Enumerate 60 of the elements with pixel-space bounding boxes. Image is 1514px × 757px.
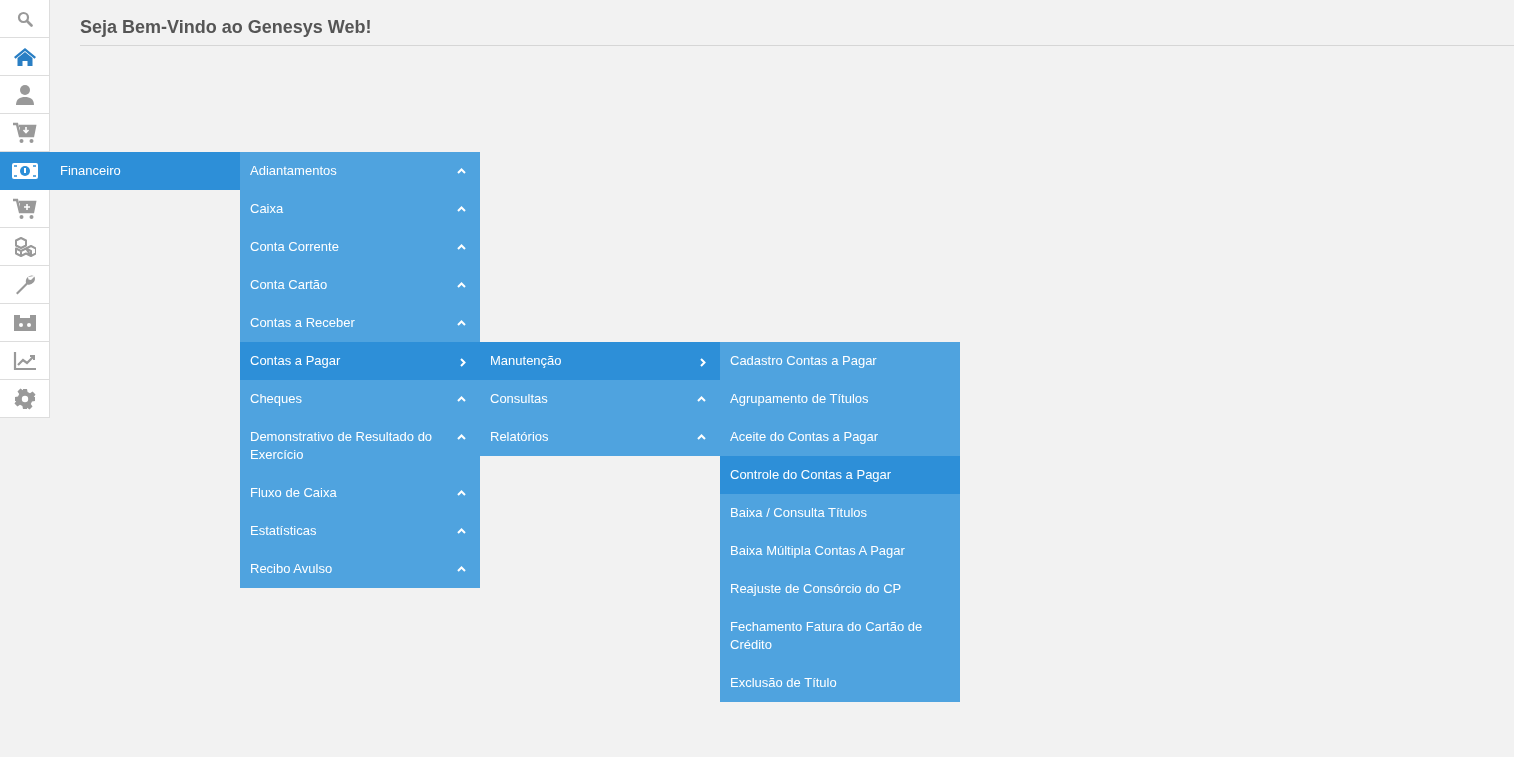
line-chart-icon xyxy=(13,350,37,371)
menu-item[interactable]: Conta Corrente xyxy=(240,228,480,266)
panel-icon xyxy=(13,313,37,332)
chevron-icon xyxy=(457,434,466,440)
menu-item[interactable]: Manutenção xyxy=(480,342,720,380)
sidebar-item[interactable] xyxy=(0,114,50,152)
menu-item[interactable]: Aceite do Contas a Pagar xyxy=(720,418,960,456)
sidebar-item[interactable] xyxy=(0,38,50,76)
menu-item[interactable]: Caixa xyxy=(240,190,480,228)
menu-item[interactable]: Baixa / Consulta Títulos xyxy=(720,494,960,532)
chevron-icon xyxy=(697,396,706,402)
chevron-icon xyxy=(460,358,466,367)
cart-icon xyxy=(13,121,37,144)
sidebar-item[interactable] xyxy=(0,304,50,342)
chevron-icon xyxy=(457,282,466,288)
chevron-icon xyxy=(457,206,466,212)
home-icon xyxy=(13,46,37,67)
wrench-icon xyxy=(14,273,36,296)
menu-item[interactable]: Recibo Avulso xyxy=(240,550,480,588)
chevron-icon xyxy=(457,244,466,250)
chevron-icon xyxy=(457,320,466,326)
chevron-icon xyxy=(697,434,706,440)
banknote-icon xyxy=(11,162,39,180)
menu-item[interactable]: Contas a Receber xyxy=(240,304,480,342)
menu-item[interactable]: Reajuste de Consórcio do CP xyxy=(720,570,960,608)
menu-item[interactable]: Adiantamentos xyxy=(240,152,480,190)
sidebar-item[interactable] xyxy=(0,266,50,304)
menu-item[interactable]: Cheques xyxy=(240,380,480,418)
sidebar-item[interactable] xyxy=(0,342,50,380)
menu-item[interactable]: Demonstrativo de Resultado do Exercício xyxy=(240,418,480,474)
sidebar-item[interactable] xyxy=(0,190,50,228)
menu-item[interactable]: Relatórios xyxy=(480,418,720,456)
chevron-icon xyxy=(700,358,706,367)
menu-item[interactable]: Exclusão de Título xyxy=(720,664,960,702)
sidebar-item[interactable] xyxy=(0,380,50,418)
chevron-icon xyxy=(457,566,466,572)
menu-item[interactable]: Conta Cartão xyxy=(240,266,480,304)
menu-item[interactable]: Fechamento Fatura do Cartão de Crédito xyxy=(720,608,960,664)
chevron-icon xyxy=(457,168,466,174)
sidebar-item[interactable] xyxy=(0,0,50,38)
menu-item[interactable]: Controle do Contas a Pagar xyxy=(720,456,960,494)
menu-item[interactable]: Estatísticas xyxy=(240,512,480,550)
cubes-icon xyxy=(14,236,36,257)
menu-item[interactable]: Contas a Pagar xyxy=(240,342,480,380)
page-title: Seja Bem-Vindo ao Genesys Web! xyxy=(80,14,1514,46)
menu-item[interactable]: Fluxo de Caixa xyxy=(240,474,480,512)
user-icon xyxy=(15,83,35,106)
cart-icon xyxy=(13,197,37,220)
chevron-icon xyxy=(457,528,466,534)
menu-item[interactable]: Agrupamento de Títulos xyxy=(720,380,960,418)
settings-icon xyxy=(14,387,36,410)
chevron-icon xyxy=(457,396,466,402)
menu-item[interactable]: Cadastro Contas a Pagar xyxy=(720,342,960,380)
menu-item[interactable]: Baixa Múltipla Contas A Pagar xyxy=(720,532,960,570)
sidebar-item[interactable] xyxy=(0,228,50,266)
search-icon xyxy=(17,10,33,27)
menu-item[interactable]: Consultas xyxy=(480,380,720,418)
sidebar-item[interactable] xyxy=(0,76,50,114)
chevron-icon xyxy=(457,490,466,496)
sidebar-item[interactable]: Financeiro xyxy=(0,152,240,190)
